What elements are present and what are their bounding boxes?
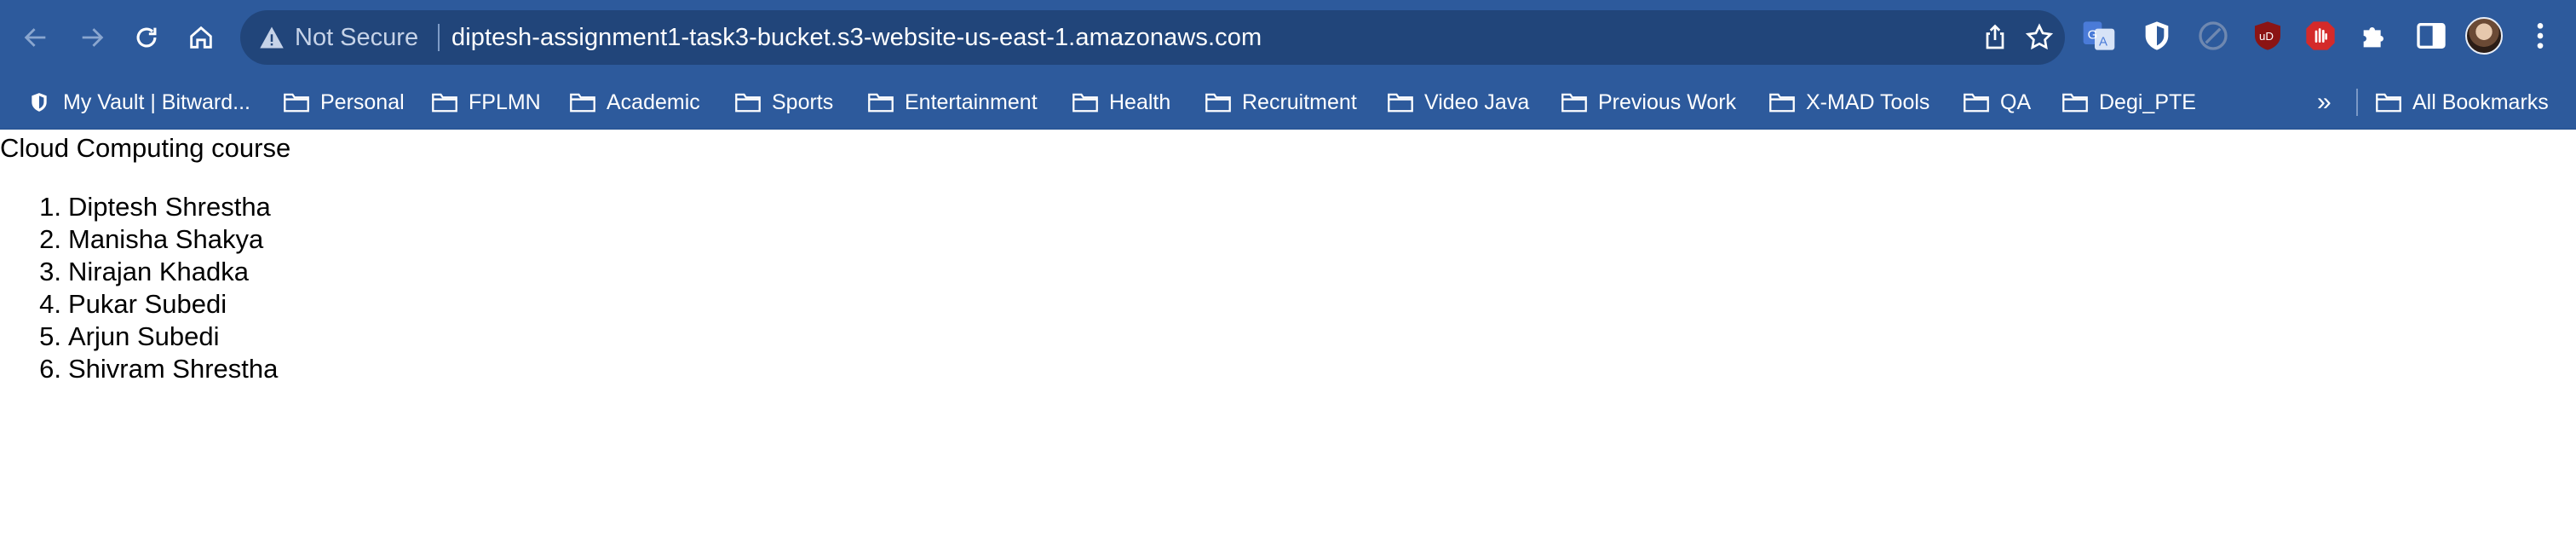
back-button[interactable] xyxy=(14,15,58,60)
list-item: 4. Pukar Subedi xyxy=(0,288,278,321)
folder-icon xyxy=(284,93,309,113)
list-number: 5. xyxy=(39,321,61,351)
home-button[interactable] xyxy=(179,15,223,60)
bookmark-folder-x-mad-tools[interactable]: X-MAD Tools xyxy=(1763,83,1935,122)
stop-hand-icon[interactable] xyxy=(2303,19,2337,53)
share-icon[interactable] xyxy=(1980,22,2010,53)
bookmarks-divider xyxy=(2356,89,2358,116)
bookmark-label: X-MAD Tools xyxy=(1806,90,1930,114)
folder-icon xyxy=(2376,93,2401,113)
folder-icon xyxy=(1205,93,1231,113)
star-icon[interactable] xyxy=(2024,22,2055,53)
svg-text:A: A xyxy=(2099,35,2107,49)
bookmark-label: Sports xyxy=(772,90,834,114)
reload-icon xyxy=(136,27,157,48)
bookmark-folder-personal[interactable]: Personal xyxy=(278,83,410,122)
list-number: 4. xyxy=(39,289,61,319)
list-number: 3. xyxy=(39,257,61,286)
bookmark-label: Previous Work xyxy=(1598,90,1737,114)
reload-button[interactable] xyxy=(124,15,169,60)
bookmark-label: Personal xyxy=(320,90,405,114)
google-translate-icon[interactable]: GA xyxy=(2082,19,2116,53)
svg-text:G: G xyxy=(2088,27,2098,42)
page-content: Cloud Computing course 1. Diptesh Shresth… xyxy=(0,130,2576,549)
svg-text:uD: uD xyxy=(2259,30,2274,43)
folder-icon xyxy=(1072,93,1098,113)
all-bookmarks-button[interactable]: All Bookmarks xyxy=(2370,83,2554,122)
list-number: 2. xyxy=(39,224,61,254)
bookmark-folder-fplmn[interactable]: FPLMN xyxy=(426,83,546,122)
url-text[interactable]: diptesh-assignment1-task3-bucket.s3-webs… xyxy=(451,24,1262,51)
list-item: 5. Arjun Subedi xyxy=(0,321,278,353)
bookmark-label: Entertainment xyxy=(905,90,1038,114)
member-name: Diptesh Shrestha xyxy=(68,192,271,222)
bookmark-folder-previous-work[interactable]: Previous Work xyxy=(1555,83,1741,122)
folder-icon xyxy=(1388,93,1413,113)
page-heading: Cloud Computing course xyxy=(0,133,291,163)
folder-icon xyxy=(868,93,894,113)
member-list: 1. Diptesh Shrestha 2. Manisha Shakya 3. Ni… xyxy=(0,191,278,385)
bookmark-bitwarden[interactable]: My Vault | Bitward... xyxy=(20,83,256,122)
folder-icon xyxy=(432,93,457,113)
bookmark-folder-health[interactable]: Health xyxy=(1067,83,1176,122)
folder-icon xyxy=(2062,93,2088,113)
menu-icon[interactable] xyxy=(2523,19,2557,53)
home-icon xyxy=(190,26,212,49)
bookmark-folder-video-java[interactable]: Video Java xyxy=(1382,83,1534,122)
bookmark-label: QA xyxy=(2000,90,2032,114)
bookmark-label: Academic xyxy=(607,90,700,114)
bookmark-folder-degi-pte[interactable]: Degi_PTE xyxy=(2056,83,2201,122)
folder-icon xyxy=(570,93,595,113)
member-name: Shivram Shrestha xyxy=(68,354,279,384)
member-name: Arjun Subedi xyxy=(68,321,220,351)
list-number: 1. xyxy=(39,192,61,222)
browser-toolbar: Not Secure diptesh-assignment1-task3-buc… xyxy=(0,0,2576,75)
bookmark-label: My Vault | Bitward... xyxy=(63,90,250,114)
list-number: 6. xyxy=(39,354,61,384)
bookmarks-overflow-button[interactable]: » xyxy=(2317,85,2332,119)
arrow-right-icon xyxy=(82,28,104,47)
bookmark-label: Health xyxy=(1109,90,1171,114)
folder-icon xyxy=(1561,93,1587,113)
list-item: 2. Manisha Shakya xyxy=(0,223,278,256)
list-item: 1. Diptesh Shrestha xyxy=(0,191,278,223)
member-name: Pukar Subedi xyxy=(68,289,227,319)
bookmark-folder-academic[interactable]: Academic xyxy=(564,83,705,122)
bookmark-folder-entertainment[interactable]: Entertainment xyxy=(862,83,1043,122)
bookmark-folder-qa[interactable]: QA xyxy=(1958,83,2036,122)
bitwarden-icon[interactable] xyxy=(2140,19,2174,53)
bookmark-folder-sports[interactable]: Sports xyxy=(729,83,838,122)
warning-icon[interactable] xyxy=(259,26,285,49)
puzzle-icon[interactable] xyxy=(2358,19,2392,53)
bookmarks-bar: My Vault | Bitward... Personal FPLMN Aca… xyxy=(0,75,2576,130)
folder-icon xyxy=(1964,93,1989,113)
bookmark-label: FPLMN xyxy=(469,90,541,114)
bookmark-label: Degi_PTE xyxy=(2099,90,2196,114)
arrow-left-icon xyxy=(24,28,46,47)
member-name: Nirajan Khadka xyxy=(68,257,249,286)
address-bar[interactable]: Not Secure diptesh-assignment1-task3-buc… xyxy=(240,10,2065,65)
dark-mode-icon[interactable] xyxy=(2196,19,2230,53)
omnibox-separator xyxy=(438,24,440,51)
folder-icon xyxy=(735,93,761,113)
profile-avatar[interactable] xyxy=(2465,17,2503,55)
folder-icon xyxy=(1769,93,1795,113)
ublock-origin-icon[interactable]: uD xyxy=(2251,19,2285,53)
list-item: 3. Nirajan Khadka xyxy=(0,256,278,288)
security-status[interactable]: Not Secure xyxy=(295,24,418,51)
bookmark-folder-recruitment[interactable]: Recruitment xyxy=(1199,83,1362,122)
bookmark-label: All Bookmarks xyxy=(2412,90,2549,114)
bookmark-label: Video Java xyxy=(1424,90,1530,114)
bitwarden-shield-icon xyxy=(32,93,47,112)
bookmark-label: Recruitment xyxy=(1242,90,1357,114)
member-name: Manisha Shakya xyxy=(68,224,264,254)
list-item: 6. Shivram Shrestha xyxy=(0,353,278,385)
side-panel-icon[interactable] xyxy=(2414,19,2448,53)
forward-button[interactable] xyxy=(70,15,114,60)
